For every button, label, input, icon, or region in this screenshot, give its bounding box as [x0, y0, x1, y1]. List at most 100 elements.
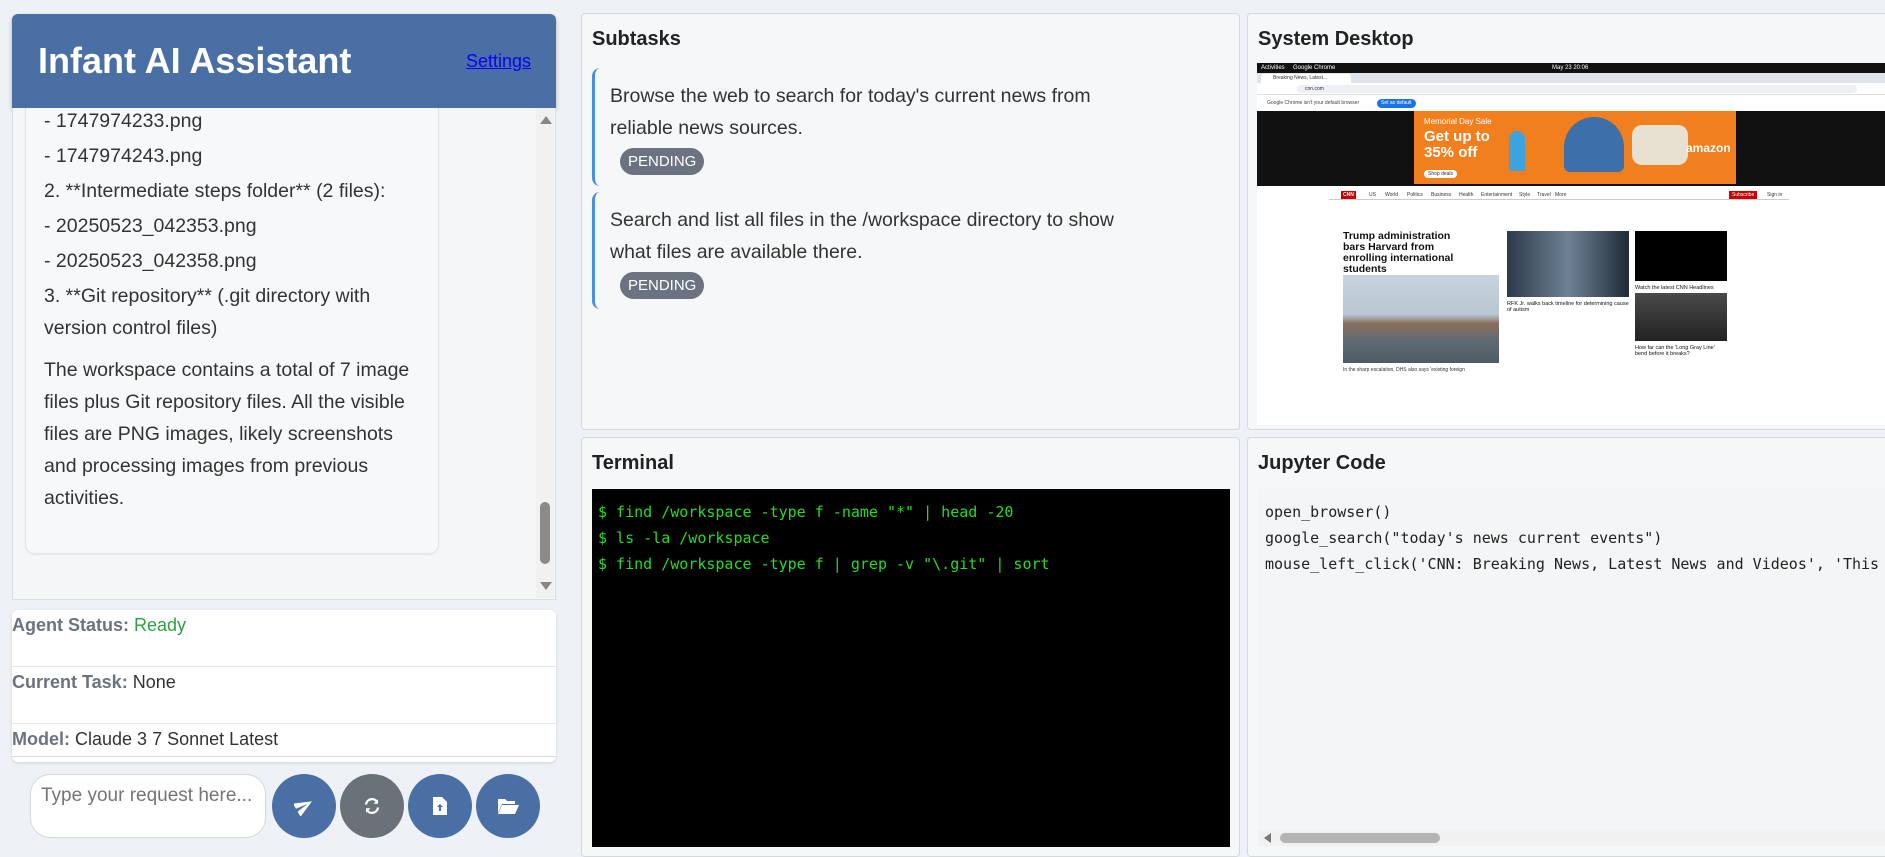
- browser-tab[interactable]: Breaking News, Latest...: [1261, 74, 1351, 83]
- terminal-output[interactable]: $ find /workspace -type f -name "*" | he…: [592, 489, 1230, 847]
- ad-cta-button[interactable]: Shop deals: [1424, 170, 1458, 178]
- nav-item[interactable]: World: [1385, 190, 1398, 200]
- url-field[interactable]: cnn.com: [1297, 85, 1857, 93]
- nav-item[interactable]: Entertainment: [1481, 190, 1512, 200]
- terminal-title: Terminal: [592, 452, 674, 474]
- activities-label: Activities: [1261, 65, 1285, 71]
- sign-in-link[interactable]: Sign in: [1767, 190, 1782, 200]
- scroll-down-icon[interactable]: [540, 582, 552, 590]
- chat-area[interactable]: - 1747974233.png - 1747974243.png 2. **I…: [12, 108, 556, 600]
- terminal-line: $ find /workspace -type f | grep -v "\.g…: [598, 555, 1050, 573]
- refresh-icon: [364, 798, 380, 814]
- send-button[interactable]: [272, 774, 336, 838]
- nav-item[interactable]: Health: [1459, 190, 1473, 200]
- ad-title: Memorial Day Sale: [1424, 117, 1492, 126]
- nav-item[interactable]: Business: [1431, 190, 1451, 200]
- nav-item[interactable]: US: [1369, 190, 1376, 200]
- system-desktop-panel: System Desktop Activities Google Chrome …: [1247, 13, 1885, 430]
- app-name-label: Google Chrome: [1293, 65, 1336, 71]
- input-row: [30, 774, 540, 838]
- harvard-image: [1343, 275, 1499, 363]
- status-badge: PENDING: [620, 148, 705, 175]
- pillows-image: [1632, 125, 1688, 165]
- assistant-message: - 1747974233.png - 1747974243.png 2. **I…: [25, 108, 439, 554]
- agent-status-row: Agent Status: Ready: [12, 610, 556, 667]
- url-text: cnn.com: [1305, 86, 1324, 92]
- chat-scrollbar[interactable]: [536, 108, 554, 598]
- current-task-label: Current Task:: [12, 672, 128, 692]
- request-input[interactable]: [30, 774, 266, 838]
- assistant-sidebar: Infant AI Assistant Settings - 174797423…: [12, 14, 556, 852]
- chat-line: - 1747974233.png: [44, 110, 203, 132]
- app-header: Infant AI Assistant Settings: [12, 14, 556, 108]
- subtasks-title: Subtasks: [592, 28, 681, 50]
- subscribe-button[interactable]: Subscribe: [1729, 191, 1758, 199]
- horizontal-scroll-thumb[interactable]: [1280, 833, 1440, 843]
- nav-item[interactable]: Travel: [1537, 190, 1551, 200]
- chat-line: - 20250523_042358.png: [44, 250, 257, 272]
- settings-link[interactable]: Settings: [466, 51, 531, 72]
- amazon-logo: amazon: [1686, 141, 1731, 155]
- default-browser-notice: Google Chrome isn't your default browser…: [1257, 96, 1885, 110]
- subtask-text: Search and list all files in the /worksp…: [610, 209, 1114, 263]
- amazon-ad[interactable]: Memorial Day Sale Get up to 35% off Shop…: [1414, 111, 1736, 184]
- story-headline[interactable]: How far can the 'Long Gray Line' bend be…: [1635, 345, 1727, 357]
- folder-open-icon: [498, 799, 519, 814]
- desktop-screenshot[interactable]: Activities Google Chrome May 23 20:06 Br…: [1257, 63, 1885, 425]
- desktop-title: System Desktop: [1258, 28, 1414, 50]
- file-icon: [433, 797, 447, 815]
- terminal-line: $ find /workspace -type f -name "*" | he…: [598, 503, 1014, 521]
- cnn-logo[interactable]: CNN: [1341, 191, 1356, 199]
- os-top-bar: Activities Google Chrome May 23 20:06: [1257, 63, 1885, 73]
- lamp-image: [1509, 131, 1525, 171]
- upload-file-button[interactable]: [408, 774, 472, 838]
- subtask-item[interactable]: Search and list all files in the /worksp…: [592, 192, 1232, 309]
- code-line: open_browser(): [1265, 503, 1392, 521]
- subtask-item[interactable]: Browse the web to search for today's cur…: [592, 68, 1232, 186]
- current-task-row: Current Task: None: [12, 667, 556, 724]
- current-task-value: None: [132, 672, 176, 692]
- westpoint-image: [1635, 293, 1727, 341]
- tab-label: Breaking News, Latest...: [1273, 75, 1328, 81]
- send-icon: [294, 801, 312, 816]
- notice-text: Google Chrome isn't your default browser: [1267, 100, 1360, 106]
- status-panel: Agent Status: Ready Current Task: None M…: [12, 610, 556, 762]
- rfk-image: [1507, 231, 1629, 297]
- divider: [12, 756, 556, 757]
- terminal-panel: Terminal $ find /workspace -type f -name…: [581, 437, 1240, 857]
- clock-label: May 23 20:06: [1552, 65, 1589, 71]
- open-folder-button[interactable]: [476, 774, 540, 838]
- code-line: google_search("today's news current even…: [1265, 529, 1663, 547]
- scroll-thumb[interactable]: [540, 502, 550, 564]
- nav-item[interactable]: Style: [1519, 190, 1530, 200]
- cnn-nav: CNN US World Politics Business Health En…: [1329, 190, 1789, 200]
- refresh-button[interactable]: [340, 774, 404, 838]
- chat-line: 3. **Git repository** (.git directory wi…: [44, 285, 371, 339]
- story-headline[interactable]: Watch the latest CNN Headlines: [1635, 285, 1727, 291]
- story-headline[interactable]: RFK Jr. walks back timeline for determin…: [1507, 301, 1629, 313]
- grill-image: [1564, 117, 1624, 172]
- scroll-left-icon[interactable]: [1264, 833, 1271, 843]
- subtask-text: Browse the web to search for today's cur…: [610, 85, 1091, 139]
- video-thumbnail[interactable]: [1635, 231, 1727, 281]
- lead-subtext: In the sharp escalation, DHS also says '…: [1343, 367, 1465, 373]
- code-horizontal-scrollbar[interactable]: [1258, 830, 1885, 846]
- terminal-line: $ ls -la /workspace: [598, 529, 770, 547]
- model-label: Model:: [12, 729, 70, 749]
- lead-headline[interactable]: Trump administration bars Harvard from e…: [1343, 231, 1473, 275]
- set-default-button[interactable]: Set as default: [1377, 99, 1416, 108]
- nav-item[interactable]: Politics: [1407, 190, 1423, 200]
- agent-status-label: Agent Status:: [12, 615, 129, 635]
- jupyter-title: Jupyter Code: [1258, 452, 1386, 474]
- browser-tab-bar: Breaking News, Latest...: [1257, 73, 1885, 83]
- scroll-up-icon[interactable]: [540, 116, 552, 124]
- ad-offer: Get up to 35% off: [1424, 128, 1490, 161]
- nav-item[interactable]: More: [1555, 190, 1566, 200]
- address-bar-row: cnn.com: [1257, 83, 1885, 95]
- agent-status-value: Ready: [134, 615, 187, 635]
- jupyter-panel: Jupyter Code open_browser() google_searc…: [1247, 437, 1885, 857]
- code-view[interactable]: open_browser() google_search("today's ne…: [1258, 489, 1885, 839]
- chat-line: 2. **Intermediate steps folder** (2 file…: [44, 180, 386, 202]
- chat-line: The workspace contains a total of 7 imag…: [44, 359, 410, 509]
- status-badge: PENDING: [620, 272, 705, 299]
